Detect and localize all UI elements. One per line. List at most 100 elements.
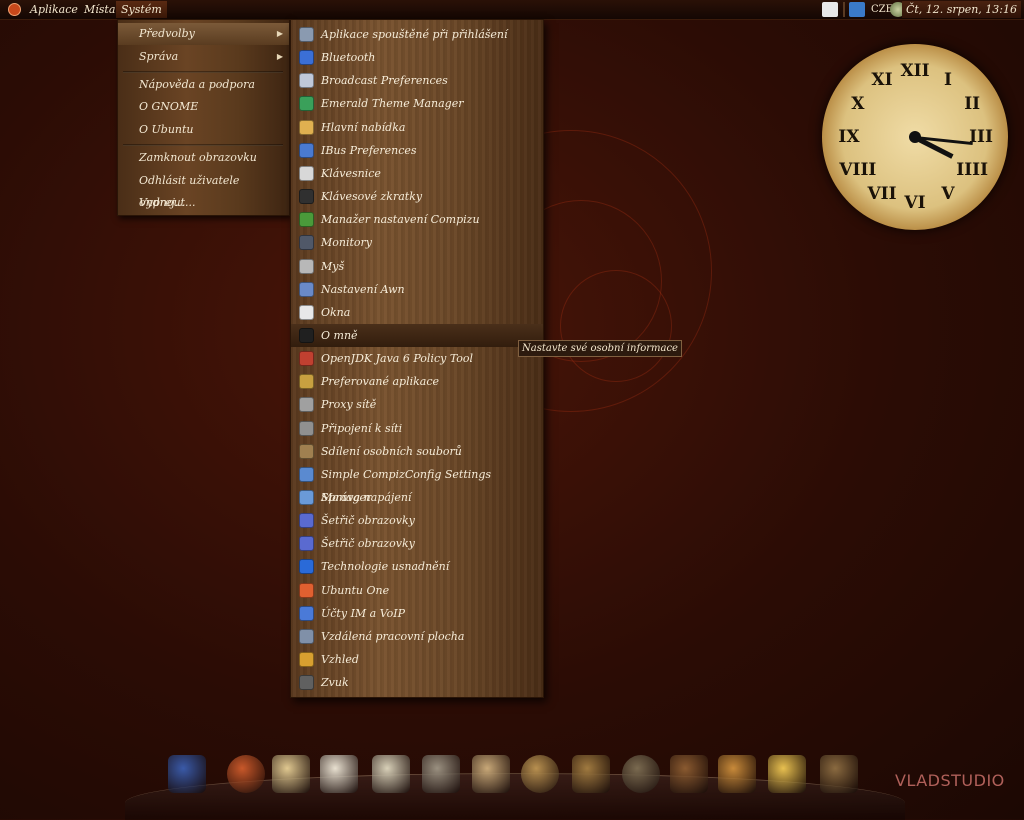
submenu-item[interactable]: Simple CompizConfig Settings Manager (291, 463, 543, 504)
java-icon (299, 351, 314, 366)
submenu-item[interactable]: Klávesové zkratky (291, 185, 543, 208)
network-icon (299, 421, 314, 436)
books-icon[interactable] (670, 755, 708, 793)
submenu-item[interactable]: Účty IM a VoIP (291, 602, 543, 625)
menu-item-about-gnome[interactable]: O GNOME (118, 96, 289, 118)
submenu-item[interactable]: Nastavení Awn (291, 278, 543, 301)
firefox-icon[interactable] (227, 755, 265, 793)
mail-icon[interactable] (272, 755, 310, 793)
submenu-item-label: Hlavní nabídka (321, 121, 406, 134)
preferred-apps-icon (299, 374, 314, 389)
submenu-item[interactable]: Ubuntu One (291, 579, 543, 602)
awn-icon (299, 282, 314, 297)
text-editor-icon[interactable] (372, 755, 410, 793)
submenu-item[interactable]: Proxy sítě (291, 393, 543, 416)
submenu-item[interactable]: Hlavní nabídka (291, 116, 543, 139)
submenu-item[interactable]: IBus Preferences (291, 139, 543, 162)
menu-system[interactable]: Systém (116, 1, 167, 18)
clock-numeral: VIII (839, 160, 877, 180)
submenu-item-label: Monitory (321, 236, 373, 249)
tray-separator (843, 2, 845, 17)
submenu-item[interactable]: Manažer nastavení Compizu (291, 208, 543, 231)
clock-center-pin (909, 131, 921, 143)
submenu-item[interactable]: Broadcast Preferences (291, 69, 543, 92)
clock-numeral: VI (904, 193, 926, 213)
submenu-item-label: Aplikace spouštěné při přihlášení (321, 28, 508, 41)
top-panel: Aplikace Místa Systém CZE Čt, 12. srpen,… (0, 0, 1024, 20)
menu-item-lock-screen[interactable]: Zamknout obrazovku (118, 147, 289, 169)
globe-icon[interactable] (622, 755, 660, 793)
weather-icon[interactable] (768, 755, 806, 793)
submenu-item-label: Šetřič obrazovky (321, 514, 415, 527)
submenu-item[interactable]: OpenJDK Java 6 Policy Tool (291, 347, 543, 370)
power-icon (299, 490, 314, 505)
menu-item-logout[interactable]: Odhlásit uživatele ondrej... (118, 170, 289, 209)
submenu-item[interactable]: Klávesnice (291, 162, 543, 185)
wallpaper-swirl (560, 270, 672, 382)
submenu-item[interactable]: Zvuk (291, 671, 543, 694)
submenu-item[interactable]: O mně (291, 324, 543, 347)
appearance-icon (299, 652, 314, 667)
submenu-item-label: Klávesnice (321, 167, 381, 180)
menu-item-administration[interactable]: Správa ▶ (118, 46, 289, 68)
submenu-item-label: IBus Preferences (321, 144, 417, 157)
menu-item-shutdown[interactable]: Vypnout... (118, 192, 289, 214)
submenu-item[interactable]: Šetřič obrazovky (291, 509, 543, 532)
submenu-item-label: Technologie usnadnění (321, 560, 450, 573)
lamp-icon[interactable] (572, 755, 610, 793)
main-menu-icon (299, 120, 314, 135)
tooltip: Nastavte své osobní informace (518, 340, 682, 357)
submenu-item-label: Manažer nastavení Compizu (321, 213, 480, 226)
file-sharing-icon (299, 444, 314, 459)
emerald-icon (299, 96, 314, 111)
submenu-arrow-icon: ▶ (276, 29, 283, 38)
submenu-item[interactable]: Emerald Theme Manager (291, 92, 543, 115)
menu-item-label: Předvolby (139, 27, 195, 40)
submenu-item[interactable]: Šetřič obrazovky (291, 532, 543, 555)
submenu-item[interactable]: Okna (291, 301, 543, 324)
submenu-item[interactable]: Aplikace spouštěné při přihlášení (291, 23, 543, 46)
submenu-item[interactable]: Technologie usnadnění (291, 555, 543, 578)
clock-numeral: IIII (956, 160, 989, 180)
clock-numeral: II (964, 94, 981, 114)
menu-applications[interactable]: Aplikace (25, 1, 83, 18)
submenu-item-label: Preferované aplikace (321, 375, 440, 388)
preferences-submenu: Aplikace spouštěné při přihlášení Bluetoo… (290, 19, 544, 698)
submenu-item[interactable]: Správa napájení (291, 486, 543, 509)
menu-places[interactable]: Místa (79, 1, 120, 18)
submenu-item-label: Zvuk (321, 676, 349, 689)
mouse-icon (299, 259, 314, 274)
ccsm-icon (299, 467, 314, 482)
clock-numeral: IX (838, 127, 860, 147)
submenu-item[interactable]: Vzdálená pracovní plocha (291, 625, 543, 648)
telescope-icon[interactable] (472, 755, 510, 793)
submenu-item[interactable]: Myš (291, 255, 543, 278)
submenu-item-label: Okna (321, 306, 351, 319)
clock-numeral: X (851, 94, 865, 114)
submenu-item[interactable]: Sdílení osobních souborů (291, 440, 543, 463)
tray-display-icon[interactable] (822, 2, 838, 17)
clock-icon[interactable] (521, 755, 559, 793)
submenu-item[interactable]: Monitory (291, 231, 543, 254)
chat-icon[interactable] (320, 755, 358, 793)
folder-icon[interactable] (718, 755, 756, 793)
submenu-item[interactable]: Vzhled (291, 648, 543, 671)
awn-switcher-icon[interactable] (168, 755, 206, 793)
shortcuts-icon (299, 189, 314, 204)
sound-icon (299, 675, 314, 690)
keyboard-icon (299, 166, 314, 181)
submenu-item[interactable]: Připojení k síti (291, 417, 543, 440)
file-manager-icon[interactable] (422, 755, 460, 793)
panel-clock[interactable]: Čt, 12. srpen, 13:16 (901, 1, 1021, 18)
submenu-item[interactable]: Preferované aplikace (291, 370, 543, 393)
menu-item-help[interactable]: Nápověda a podpora (118, 74, 289, 96)
startup-apps-icon (299, 27, 314, 42)
submenu-item-label: Broadcast Preferences (321, 74, 448, 87)
ubuntu-logo-icon[interactable] (8, 3, 21, 16)
submenu-item[interactable]: Bluetooth (291, 46, 543, 69)
menu-item-preferences[interactable]: Předvolby ▶ (118, 23, 289, 45)
analog-clock-widget[interactable]: XII I II III IIII V VI VII VIII IX X XI (822, 44, 1008, 230)
tray-network-icon[interactable] (849, 2, 865, 17)
menu-item-about-ubuntu[interactable]: O Ubuntu (118, 119, 289, 141)
trash-icon[interactable] (820, 755, 858, 793)
